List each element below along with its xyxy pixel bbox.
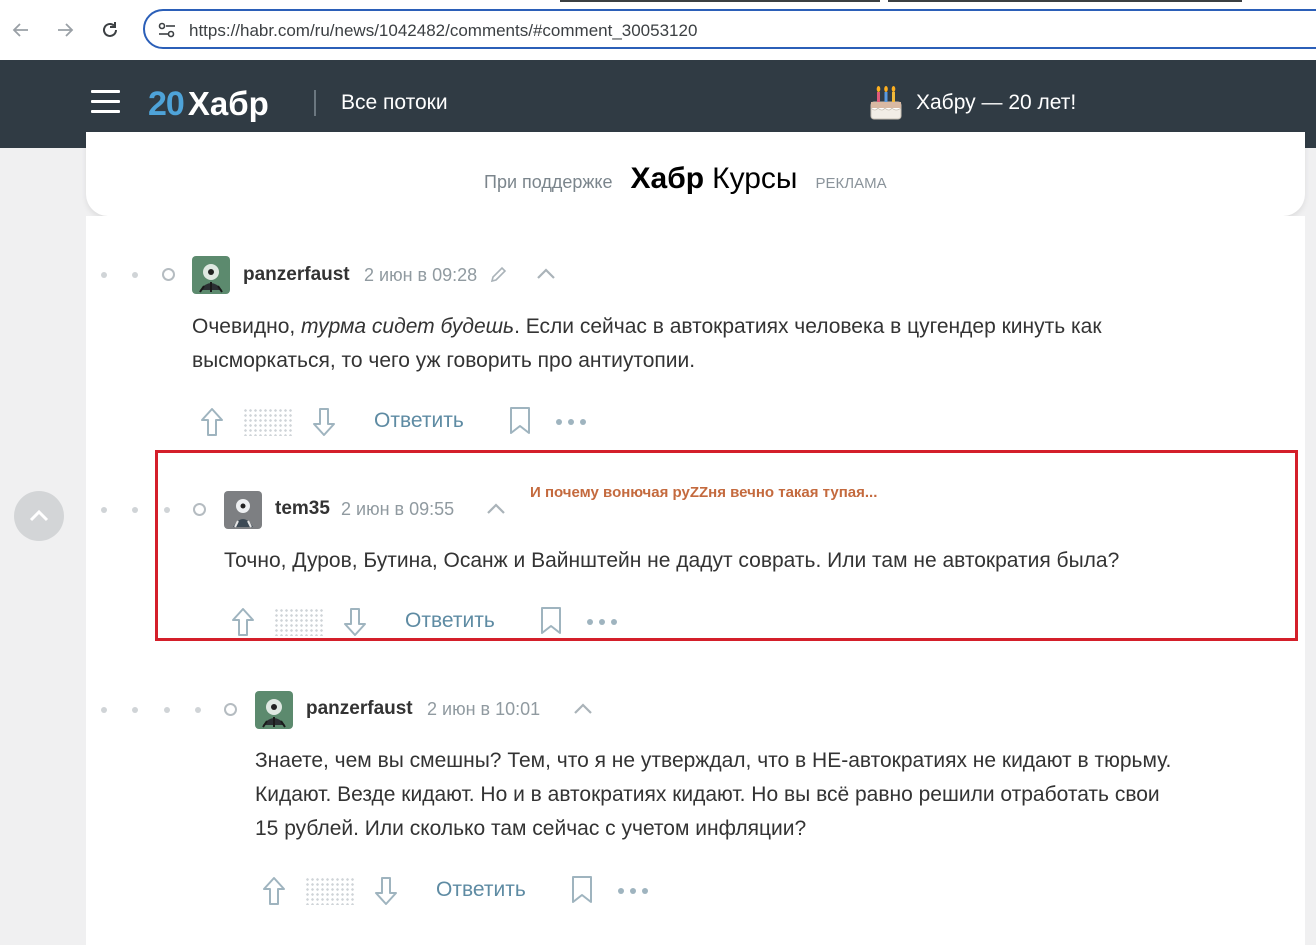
thread-dot (132, 272, 138, 278)
tab-strip-edge (888, 0, 1242, 2)
comment-text: Знаете, чем вы смешны? Тем, что я не утв… (255, 749, 1172, 840)
forward-arrow-icon[interactable] (51, 16, 79, 44)
sponsor-caption: При поддержке (484, 172, 613, 192)
back-arrow-icon[interactable] (7, 16, 35, 44)
menu-icon[interactable] (91, 90, 120, 114)
thread-dot (195, 707, 201, 713)
anniversary-text: Хабру — 20 лет! (916, 91, 1077, 114)
header-divider (314, 90, 316, 116)
comment-date[interactable]: 2 июн в 10:01 (427, 699, 540, 720)
vote-count-hidden (305, 877, 355, 905)
site-logo[interactable]: 20 Хабр (148, 82, 269, 126)
chevron-up-icon[interactable] (536, 268, 556, 280)
comment-author[interactable]: panzerfaust (306, 698, 413, 720)
vote-down-icon[interactable] (373, 875, 399, 907)
thread-dot (101, 272, 107, 278)
anniversary-link[interactable]: Хабру — 20 лет! (868, 84, 1076, 122)
tab-strip-edge (560, 0, 880, 2)
url-text[interactable]: https://habr.com/ru/news/1042482/comment… (189, 21, 697, 41)
sponsor-brand: Хабр (630, 162, 705, 195)
vote-up-icon[interactable] (261, 875, 287, 907)
more-icon[interactable] (617, 887, 649, 895)
avatar[interactable] (255, 691, 293, 729)
comment-text: Очевидно, турма сидет будешь. Если сейча… (192, 315, 1102, 372)
chevron-up-icon (29, 510, 49, 522)
vote-down-icon[interactable] (311, 406, 337, 438)
thread-dot (101, 507, 107, 513)
more-icon[interactable] (555, 418, 587, 426)
all-streams-link[interactable]: Все потоки (341, 91, 448, 115)
thread-dot (101, 707, 107, 713)
logo-number: 20 (148, 84, 185, 123)
pencil-icon (489, 264, 509, 284)
highlight-frame (155, 450, 1298, 641)
thread-ring[interactable] (162, 268, 175, 281)
bookmark-icon[interactable] (508, 406, 532, 436)
logo-text: Хабр (187, 85, 269, 122)
thread-dot (132, 507, 138, 513)
address-bar[interactable]: https://habr.com/ru/news/1042482/comment… (143, 9, 1316, 49)
tune-icon[interactable] (157, 21, 177, 39)
browser-toolbar: https://habr.com/ru/news/1042482/comment… (0, 0, 1316, 61)
comment-date[interactable]: 2 июн в 09:28 (364, 265, 477, 286)
thread-ring[interactable] (224, 703, 237, 716)
vote-count-hidden (243, 408, 293, 436)
cake-icon (868, 84, 904, 122)
reply-button[interactable]: Ответить (436, 878, 526, 902)
comment-author[interactable]: panzerfaust (243, 264, 350, 286)
reply-button[interactable]: Ответить (374, 409, 464, 433)
thread-dot (164, 707, 170, 713)
sponsor-banner[interactable]: При поддержке Хабр Курсы РЕКЛАМА (86, 132, 1305, 216)
ad-label: РЕКЛАМА (815, 175, 887, 192)
thread-dot (132, 707, 138, 713)
reload-icon[interactable] (96, 16, 124, 44)
sponsor-brand-product: Курсы (712, 162, 798, 195)
scroll-to-top-button[interactable] (14, 491, 64, 541)
bookmark-icon[interactable] (570, 875, 594, 905)
chevron-up-icon[interactable] (573, 703, 593, 715)
avatar[interactable] (192, 256, 230, 294)
vote-up-icon[interactable] (199, 406, 225, 438)
